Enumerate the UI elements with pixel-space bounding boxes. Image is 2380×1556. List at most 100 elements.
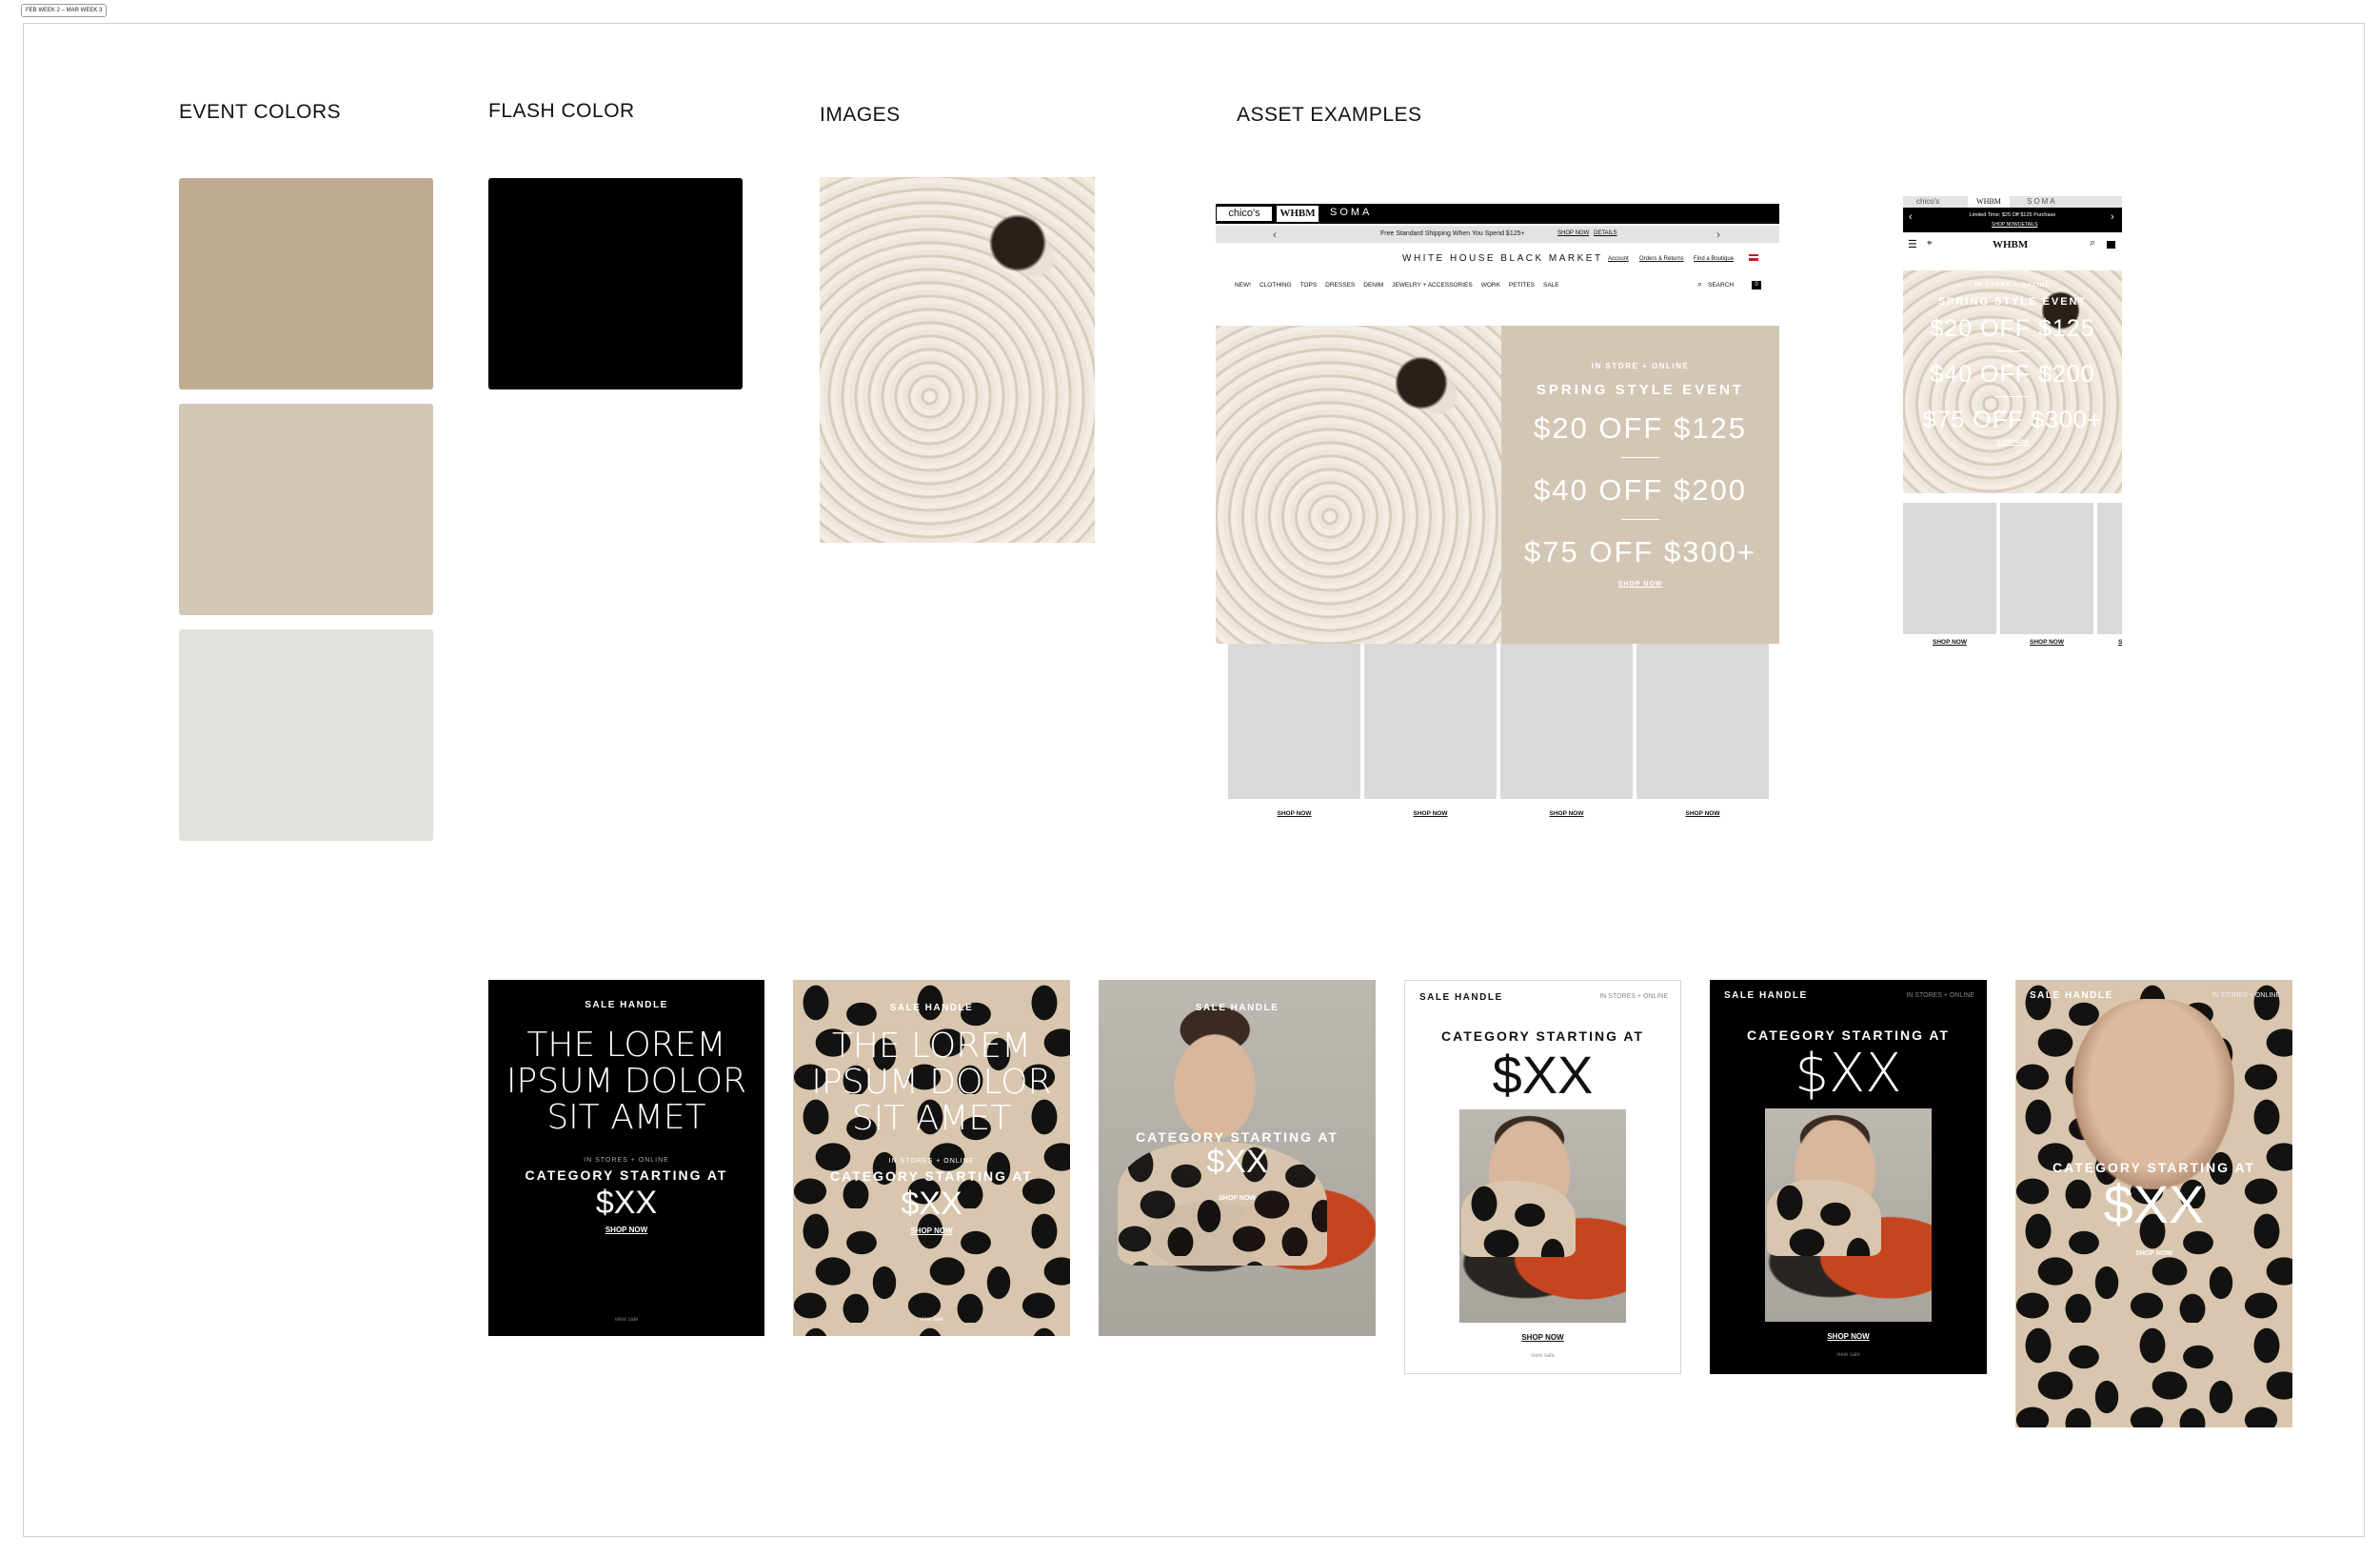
menu-icon[interactable]: ☰	[1908, 238, 1917, 250]
headline-line-3: SIT AMET	[546, 1098, 706, 1137]
brand-tab-soma[interactable]: SOMA	[1330, 207, 1372, 218]
card-fine-print: view sale	[1836, 1352, 1860, 1358]
frame-label[interactable]: FEB WEEK 2 – MAR WEEK 3	[21, 4, 108, 17]
event-colors-heading: EVENT COLORS	[179, 101, 342, 123]
nav-sale[interactable]: SALE	[1543, 282, 1559, 291]
tile-2-shop-now[interactable]: SHOP NOW	[1364, 810, 1497, 817]
orders-returns-link[interactable]: Orders & Returns	[1639, 256, 1684, 262]
brand-tab-bar: chico's WHBM SOMA	[1216, 204, 1779, 224]
chevron-left-icon[interactable]: ‹	[1273, 228, 1277, 241]
sale-card-2[interactable]: SALE HANDLE THE LOREM IPSUM DOLOR SIT AM…	[793, 980, 1070, 1336]
category-tile-2[interactable]	[1364, 644, 1497, 799]
search-icon[interactable]: ⌕	[1697, 279, 1702, 289]
nav-jewelry[interactable]: JEWELRY + ACCESSORIES	[1392, 282, 1472, 291]
mobile-brand-tab-soma[interactable]: SOMA	[2027, 197, 2057, 206]
sale-handle: SALE HANDLE	[585, 1000, 668, 1010]
mobile-tile-2-shop-now[interactable]: SHOP NOW	[2000, 639, 2093, 646]
tile-1-shop-now[interactable]: SHOP NOW	[1228, 810, 1360, 817]
nav-new[interactable]: NEW!	[1235, 282, 1251, 291]
hero-title: SPRING STYLE EVENT	[1536, 382, 1745, 398]
card-category: CATEGORY STARTING AT	[525, 1167, 728, 1183]
sale-handle: SALE HANDLE	[1195, 1003, 1279, 1013]
cart-icon[interactable]: 0	[1752, 281, 1761, 289]
card-fine-print: view sale	[614, 1317, 639, 1323]
card-price: $XX	[595, 1185, 658, 1221]
hero-shop-now[interactable]: SHOP NOW	[1501, 581, 1779, 588]
promo-details-link[interactable]: DETAILS	[1594, 230, 1617, 236]
hero-offer-3: $75 OFF $300+	[1524, 535, 1756, 569]
chevron-right-icon[interactable]: ›	[1716, 228, 1720, 241]
event-color-swatch-1[interactable]	[179, 178, 433, 389]
mobile-hero-shop-now[interactable]: SHOP NOW	[1903, 440, 2122, 446]
nav-work[interactable]: WORK	[1481, 282, 1500, 291]
card-price: $XX	[1206, 1144, 1268, 1180]
promo-text: Free Standard Shipping When You Spend $1…	[1380, 230, 1525, 237]
sale-handle: SALE HANDLE	[2030, 990, 2113, 1001]
sale-card-6[interactable]: SALE HANDLE IN STORES + ONLINE CATEGORY …	[2015, 980, 2292, 1427]
mobile-tile-3[interactable]	[2097, 503, 2122, 634]
brand-tab-whbm[interactable]: WHBM	[1277, 206, 1319, 222]
sale-handle: SALE HANDLE	[1419, 992, 1503, 1003]
card-category: CATEGORY STARTING AT	[1136, 1129, 1339, 1145]
card-shop-now[interactable]: SHOP NOW	[1710, 1332, 1987, 1341]
sale-card-3[interactable]: SALE HANDLE CATEGORY STARTING AT $XX SHO…	[1099, 980, 1376, 1336]
mobile-tile-1[interactable]	[1903, 503, 1996, 634]
card-category: CATEGORY STARTING AT	[1747, 1027, 1950, 1043]
mobile-brand-tab-whbm[interactable]: WHBM	[1968, 196, 2010, 208]
mobile-hero-eyebrow: IN STORE + ONLINE	[1974, 282, 2051, 289]
sale-handle: SALE HANDLE	[1724, 990, 1808, 1001]
sale-card-4[interactable]: SALE HANDLE IN STORES + ONLINE CATEGORY …	[1404, 980, 1681, 1374]
card-meta: IN STORES + ONLINE	[1599, 993, 1668, 1000]
hero-panel[interactable]: IN STORE + ONLINE SPRING STYLE EVENT $20…	[1501, 326, 1779, 644]
nav-tops[interactable]: TOPS	[1300, 282, 1318, 291]
card-eyebrow: IN STORES + ONLINE	[584, 1157, 669, 1164]
card-shop-now[interactable]: SHOP NOW	[2015, 1250, 2292, 1257]
hero-offer-2: $40 OFF $200	[1534, 473, 1747, 507]
product-image[interactable]	[1459, 1109, 1626, 1323]
card-fine-print: view sale	[1531, 1353, 1555, 1359]
mobile-tile-2[interactable]	[2000, 503, 2093, 634]
mobile-brand-tab-chicos[interactable]: chico's	[1916, 197, 1939, 206]
mobile-promo-shop-now[interactable]: SHOP NOW	[1992, 222, 2018, 228]
card-shop-now[interactable]: SHOP NOW	[793, 1227, 1070, 1235]
nav-clothing[interactable]: CLOTHING	[1259, 282, 1292, 291]
sale-card-1[interactable]: SALE HANDLE THE LOREM IPSUM DOLOR SIT AM…	[488, 980, 764, 1336]
headline-line-2: IPSUM DOLOR	[811, 1063, 1052, 1102]
cart-icon[interactable]	[2107, 241, 2115, 249]
account-link[interactable]: Account	[1608, 256, 1629, 262]
search-icon[interactable]: ⌕	[2090, 237, 2095, 249]
nav-petites[interactable]: PETITES	[1509, 282, 1535, 291]
chevron-right-icon[interactable]: ›	[2111, 211, 2114, 223]
tile-3-shop-now[interactable]: SHOP NOW	[1500, 810, 1633, 817]
nav-denim[interactable]: DENIM	[1363, 282, 1383, 291]
mobile-tile-1-shop-now[interactable]: SHOP NOW	[1903, 639, 1996, 646]
main-nav: NEW! CLOTHING TOPS DRESSES DENIM JEWELRY…	[1235, 282, 1635, 291]
location-pin-icon[interactable]: ⌖	[1927, 238, 1933, 249]
mobile-hero-text[interactable]: IN STORE + ONLINE SPRING STYLE EVENT $20…	[1903, 270, 2122, 493]
find-boutique-link[interactable]: Find a Boutique	[1694, 256, 1734, 262]
category-tile-1[interactable]	[1228, 644, 1360, 799]
event-color-swatch-2[interactable]	[179, 404, 433, 615]
card-price: $XX	[901, 1186, 962, 1222]
event-color-swatch-3[interactable]	[179, 629, 433, 841]
card-shop-now[interactable]: SHOP NOW	[1099, 1195, 1376, 1202]
card-shop-now[interactable]: SHOP NOW	[1405, 1333, 1680, 1342]
flash-color-swatch[interactable]	[488, 178, 743, 389]
sale-card-5[interactable]: SALE HANDLE IN STORES + ONLINE CATEGORY …	[1710, 980, 1987, 1374]
category-tile-3[interactable]	[1500, 644, 1633, 799]
product-image[interactable]	[1765, 1108, 1932, 1322]
tile-4-shop-now[interactable]: SHOP NOW	[1636, 810, 1769, 817]
search-link[interactable]: SEARCH	[1708, 282, 1734, 289]
mobile-promo-details[interactable]: DETAILS	[2018, 222, 2037, 228]
promo-shop-now-link[interactable]: SHOP NOW	[1557, 230, 1589, 236]
category-tile-4[interactable]	[1636, 644, 1769, 799]
hero-image[interactable]	[1216, 326, 1501, 644]
site-logo[interactable]: WHITE HOUSE BLACK MARKET	[1402, 253, 1603, 264]
mobile-tile-3-shop-now[interactable]: S	[2118, 639, 2122, 646]
card-shop-now[interactable]: SHOP NOW	[488, 1226, 764, 1234]
nav-dresses[interactable]: DRESSES	[1325, 282, 1355, 291]
model-lace-image[interactable]	[820, 177, 1095, 543]
mobile-logo[interactable]: WHBM	[1993, 239, 2028, 250]
brand-tab-chicos[interactable]: chico's	[1216, 206, 1273, 222]
flag-icon[interactable]	[1749, 254, 1758, 261]
